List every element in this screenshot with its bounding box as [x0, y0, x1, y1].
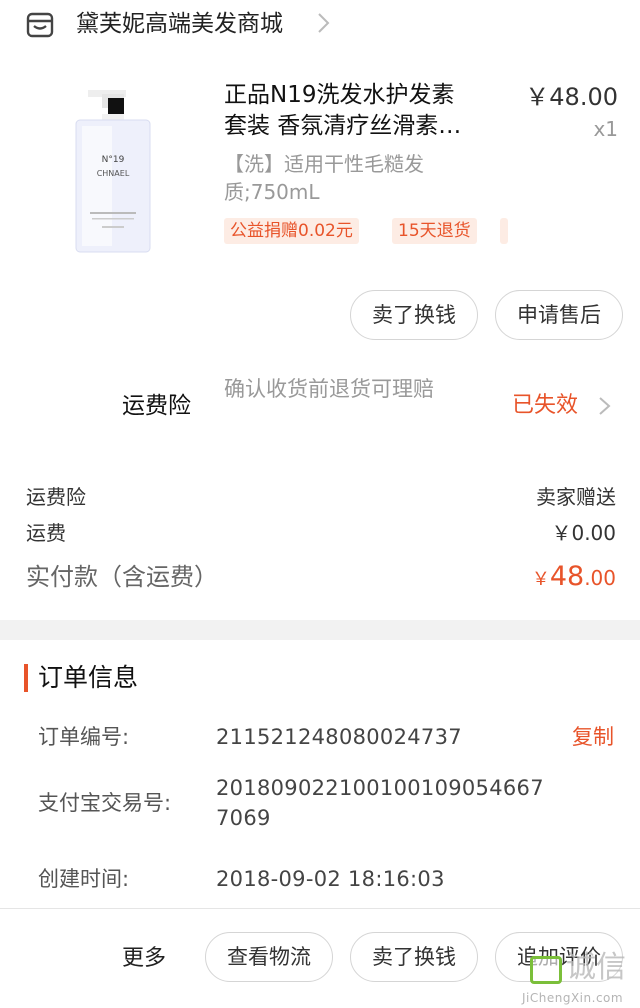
section-accent-bar: [24, 664, 28, 692]
product-title-line1: 正品N19洗发水护发素: [224, 82, 455, 108]
fee-label: 运费险: [26, 485, 86, 509]
tag-truncated: [500, 218, 508, 244]
product-brand-text: CHNAEL: [97, 169, 130, 178]
created-time-value: 2018-09-02 18:16:03: [216, 867, 445, 891]
alipay-number-label: 支付宝交易号:: [38, 791, 172, 815]
copy-button[interactable]: 复制: [572, 722, 614, 752]
product-title[interactable]: 正品N19洗发水护发素 套装 香氛清疗丝滑素…: [224, 80, 504, 142]
fee-label: 运费: [26, 521, 66, 545]
insurance-label: 运费险: [122, 393, 191, 419]
total-currency: ￥: [531, 569, 550, 590]
watermark-text: 诚信: [566, 950, 626, 985]
product-title-line2: 套装 香氛清疗丝滑素…: [224, 113, 462, 139]
total-paid-row: 实付款（含运费） ￥48.00: [26, 559, 616, 595]
insurance-description: 确认收货前退货可理赔: [224, 377, 434, 401]
insurance-status[interactable]: 已失效: [512, 390, 578, 422]
divider: [0, 908, 640, 909]
sell-exchange-button[interactable]: 卖了换钱: [350, 290, 478, 340]
fee-value: ￥0.00: [551, 521, 616, 545]
watermark: 诚信 JiChengXin.com: [512, 930, 640, 1008]
chevron-right-icon[interactable]: [598, 394, 612, 418]
order-number-value: 211521248080024737: [216, 725, 462, 749]
watermark-logo-icon: [530, 956, 562, 984]
chevron-right-icon: [318, 13, 330, 33]
sell-exchange-button[interactable]: 卖了换钱: [350, 932, 478, 982]
total-decimal: .00: [584, 566, 616, 590]
product-model-text: N°19: [102, 155, 125, 165]
created-time-label: 创建时间:: [38, 867, 130, 891]
store-name: 黛芙妮高端美发商城: [76, 11, 283, 37]
section-gap: [0, 620, 640, 640]
tag-return-policy: 15天退货: [392, 218, 477, 244]
total-integer: 48: [549, 561, 585, 592]
total-label: 实付款（含运费）: [26, 563, 218, 591]
store-header[interactable]: 黛芙妮高端美发商城: [0, 0, 640, 48]
order-info-title: 订单信息: [38, 663, 139, 692]
product-quantity: x1: [593, 117, 618, 141]
product-sku: 【洗】适用干性毛糙发质;750mL: [224, 152, 424, 204]
fee-value: 卖家赠送: [536, 485, 616, 509]
product-price: ￥48.00: [525, 83, 618, 111]
alipay-number-value: 2018090221001001090546677069: [216, 776, 544, 830]
watermark-url: JiChengXin.com: [522, 991, 624, 1005]
order-number-label: 订单编号:: [38, 725, 130, 749]
product-image[interactable]: N°19 CHNAEL: [62, 84, 162, 256]
store-icon: [26, 12, 54, 38]
more-button[interactable]: 更多: [122, 944, 166, 974]
after-sale-button[interactable]: 申请售后: [495, 290, 623, 340]
view-logistics-button[interactable]: 查看物流: [205, 932, 333, 982]
fee-row-shipping: 运费 ￥0.00: [26, 517, 616, 549]
tag-charity: 公益捐赠0.02元: [224, 218, 359, 244]
total-amount: ￥48.00: [532, 559, 616, 598]
fee-row-insurance: 运费险 卖家赠送: [26, 481, 616, 513]
